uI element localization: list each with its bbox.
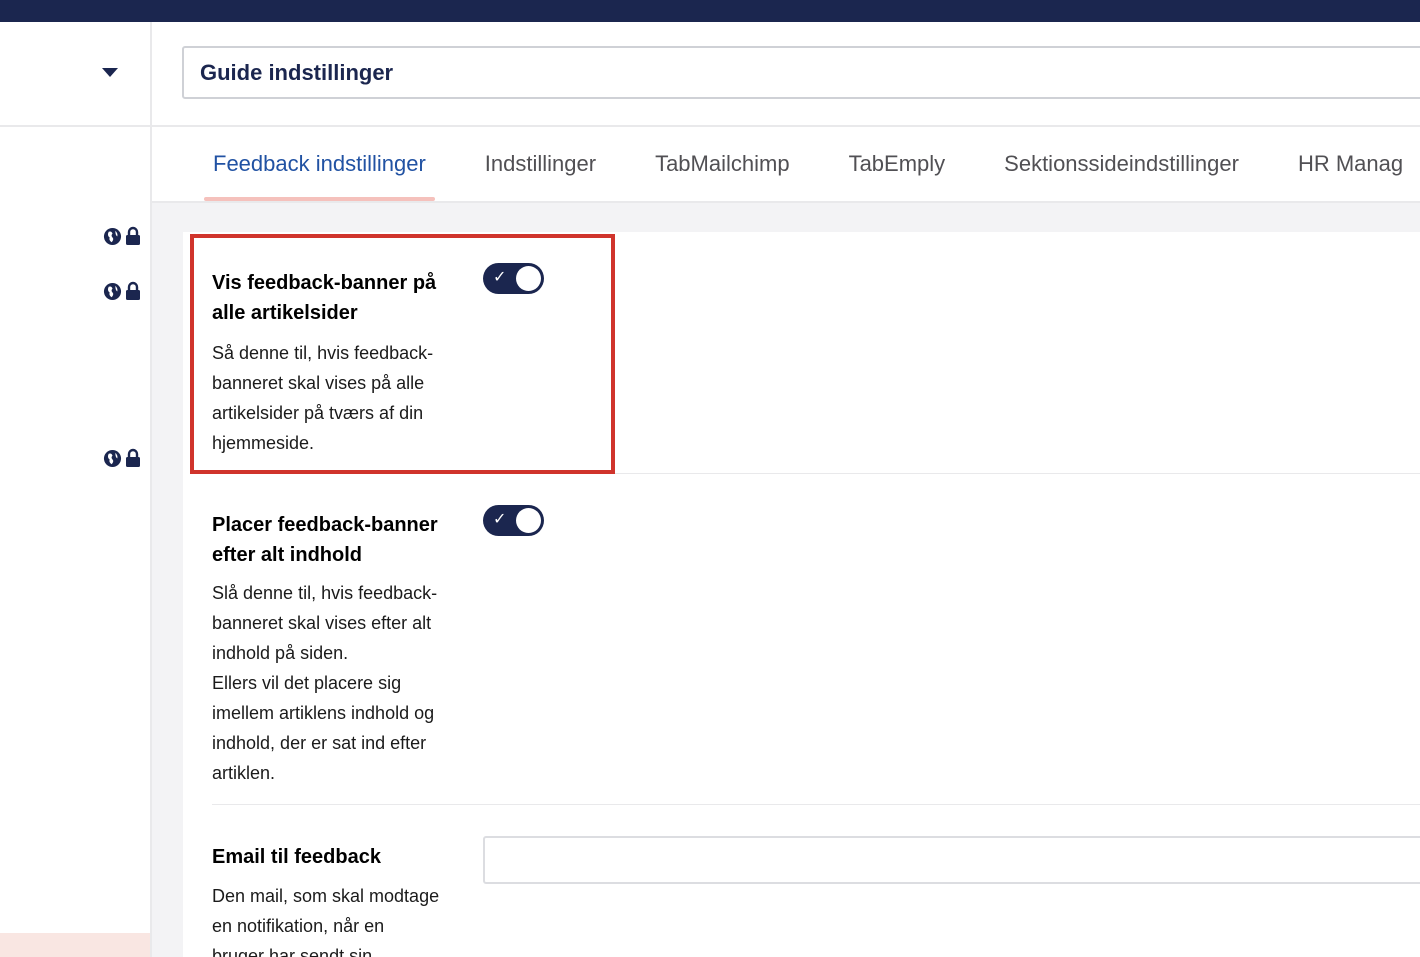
tab-tabemply[interactable]: TabEmply	[840, 125, 955, 201]
desc-line: Den mail, som skal modtage	[212, 886, 440, 906]
tab-hr-manager[interactable]: HR Manag	[1289, 125, 1412, 201]
desc-line: indhold på siden.	[212, 643, 349, 663]
property-sidebar	[0, 22, 152, 957]
properties-panel: Vis feedback-banner på alle artikelsider…	[183, 232, 1420, 957]
toggle-knob	[516, 266, 541, 291]
document-name-input[interactable]	[182, 46, 1420, 99]
desc-line: imellem artiklens indhold og	[212, 703, 435, 723]
feedback-email-input[interactable]	[483, 836, 1420, 884]
desc-line: banneret skal vises efter alt	[212, 613, 432, 633]
property-place-banner-after-content: Placer feedback-banner efter alt indhold…	[212, 505, 1420, 798]
label-line: Placer feedback-banner	[212, 514, 438, 536]
toggle-knob	[516, 508, 541, 533]
desc-line: Slå denne til, hvis feedback-	[212, 583, 438, 603]
editor-header	[152, 22, 1420, 127]
desc-line: bruger har sendt sin	[212, 946, 373, 957]
check-icon: ✓	[493, 509, 507, 528]
tab-feedback-indstillinger[interactable]: Feedback indstillinger	[204, 125, 435, 201]
property-label: Vis feedback-banner på alle artikelsider	[212, 268, 457, 328]
property-description: Slå denne til, hvis feedback- banneret s…	[212, 578, 457, 788]
desc-line: banneret skal vises på alle	[212, 373, 425, 393]
desc-line: Så denne til, hvis feedback-	[212, 343, 434, 363]
property-icons-3	[103, 447, 147, 469]
caret-down-icon[interactable]	[102, 68, 118, 77]
top-bar	[0, 0, 1420, 22]
label-line: Email til feedback	[212, 846, 381, 868]
tab-sektionssideindstillinger[interactable]: Sektionssideindstillinger	[995, 125, 1248, 201]
label-line: Vis feedback-banner på	[212, 272, 437, 294]
lock-icon	[125, 448, 141, 468]
globe-icon	[103, 449, 122, 468]
globe-icon	[103, 282, 122, 301]
desc-line: en notifikation, når en	[212, 916, 385, 936]
sidebar-bottom-item[interactable]	[0, 933, 150, 957]
property-description: Den mail, som skal modtage en notifikati…	[212, 881, 457, 957]
lock-icon	[125, 226, 141, 246]
check-icon: ✓	[493, 267, 507, 286]
show-banner-toggle[interactable]: ✓	[483, 263, 544, 294]
property-description: Så denne til, hvis feedback- banneret sk…	[212, 338, 457, 458]
desc-line: artikelsider på tværs af din	[212, 403, 424, 423]
property-divider	[212, 473, 1420, 474]
tab-label: Feedback indstillinger	[213, 151, 426, 176]
tab-label: HR Manag	[1297, 151, 1404, 176]
desc-line: Ellers vil det placere sig	[212, 673, 402, 693]
property-feedback-email: Email til feedback Den mail, som skal mo…	[212, 836, 1420, 957]
property-label: Email til feedback	[212, 842, 457, 872]
desc-line: hjemmeside.	[212, 433, 315, 453]
tab-indstillinger[interactable]: Indstillinger	[476, 125, 605, 201]
label-line: efter alt indhold	[212, 544, 362, 566]
lock-icon	[125, 281, 141, 301]
place-banner-toggle[interactable]: ✓	[483, 505, 544, 536]
tab-tabmailchimp[interactable]: TabMailchimp	[646, 125, 799, 201]
tab-label: TabEmply	[848, 151, 946, 176]
tab-label: TabMailchimp	[655, 151, 790, 176]
globe-icon	[103, 227, 122, 246]
tab-label: Sektionssideindstillinger	[1004, 151, 1239, 176]
tab-label: Indstillinger	[484, 151, 597, 176]
label-line: alle artikelsider	[212, 302, 358, 324]
property-divider	[212, 804, 1420, 805]
sidebar-header	[0, 22, 150, 127]
desc-line: artiklen.	[212, 763, 276, 783]
tab-bar: Feedback indstillinger Indstillinger Tab…	[152, 127, 1420, 203]
property-icons-1	[103, 225, 147, 247]
property-show-feedback-banner: Vis feedback-banner på alle artikelsider…	[212, 263, 1420, 476]
desc-line: indhold, der er sat ind efter	[212, 733, 427, 753]
property-icons-2	[103, 280, 147, 302]
property-label: Placer feedback-banner efter alt indhold	[212, 510, 457, 570]
